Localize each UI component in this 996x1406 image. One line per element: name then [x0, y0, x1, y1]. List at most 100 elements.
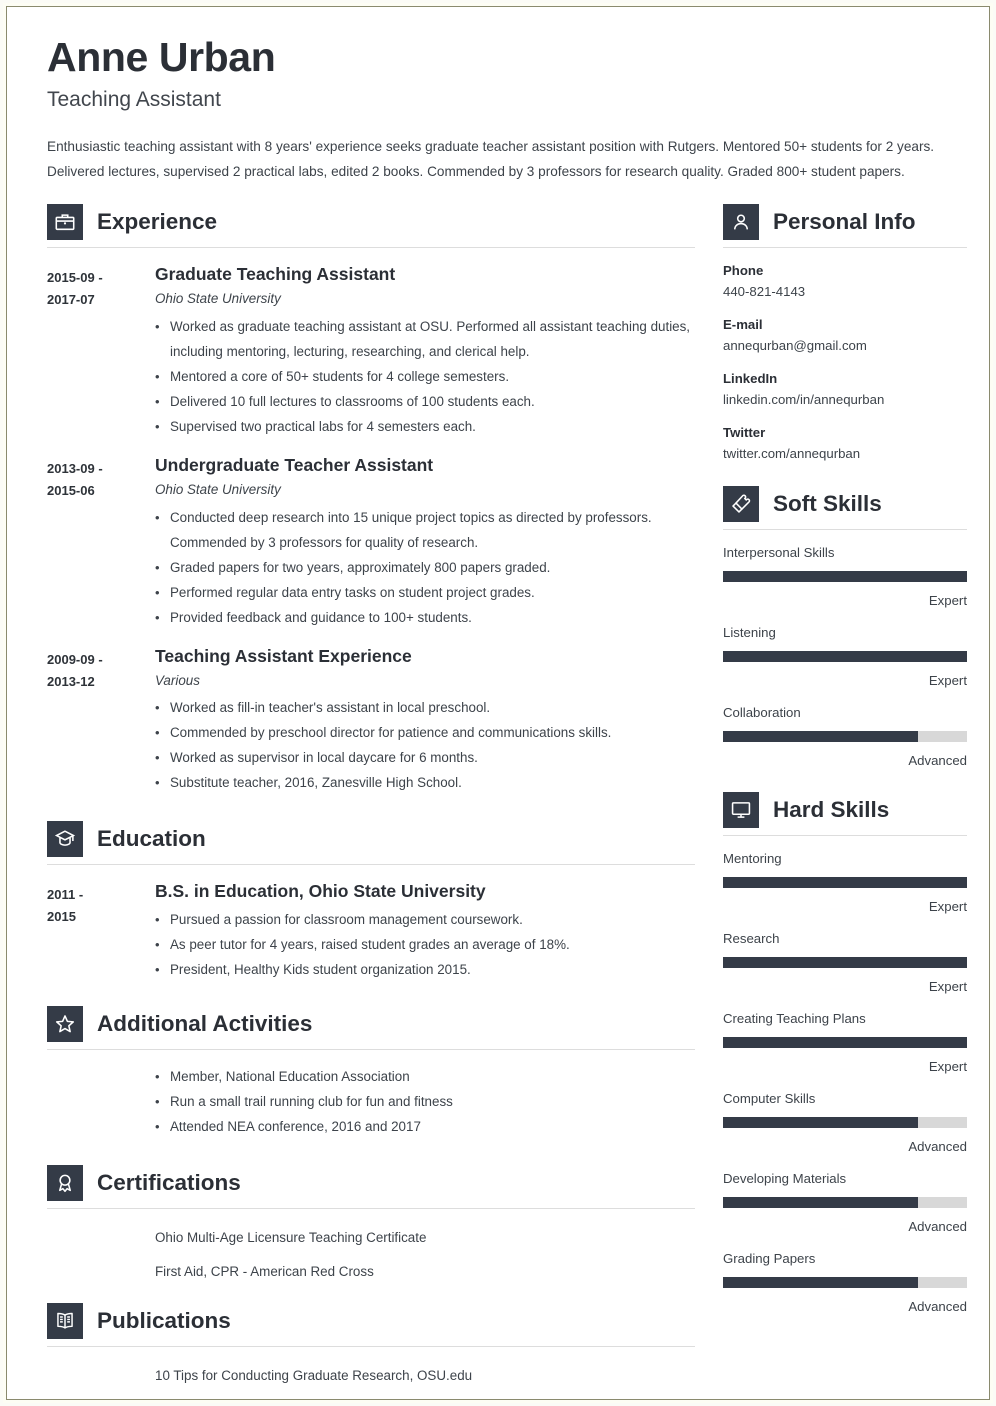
skill-level: Expert	[928, 593, 967, 609]
skill-item: Interpersonal Skills Expert	[723, 543, 967, 610]
entry-organization: Ohio State University	[155, 291, 281, 307]
entry-date-end: 2017-07	[47, 292, 95, 308]
section-experience: Experience 2015-09 - 2017-07 Graduate Te…	[47, 204, 695, 795]
skill-name: Developing Materials	[723, 1171, 847, 1187]
info-item-linkedin: LinkedIn linkedin.com/in/annequrban	[723, 369, 967, 410]
skill-item: Creating Teaching Plans Expert	[723, 1009, 967, 1076]
entry-date-end: 2013-12	[47, 673, 95, 689]
info-label: Twitter	[723, 425, 766, 441]
entry-organization: Ohio State University	[155, 481, 281, 497]
entry-title: Teaching Assistant Experience	[155, 645, 412, 666]
entry-date-start: 2011 -	[47, 887, 84, 903]
section-divider	[47, 1208, 695, 1210]
entry-date-start: 2015-09 -	[47, 270, 103, 286]
section-title: Additional Activities	[97, 1011, 313, 1037]
job-title: Teaching Assistant	[47, 87, 221, 111]
skill-bar-track	[723, 571, 967, 583]
monitor-icon	[723, 792, 759, 829]
skill-bar-track	[723, 731, 967, 743]
bullet-item: Worked as fill-in teacher's assistant in…	[155, 695, 695, 720]
bullet-item: Commended by preschool director for pati…	[155, 720, 695, 745]
section-divider	[47, 1049, 695, 1051]
info-value[interactable]: annequrban@gmail.com	[723, 335, 967, 356]
entry-bullets: Worked as graduate teaching assistant at…	[155, 314, 695, 439]
entry-dates: 2011 - 2015	[47, 881, 155, 982]
skill-level: Expert	[928, 1059, 967, 1075]
skill-bar-fill	[723, 1277, 919, 1289]
certification-item: First Aid, CPR - American Red Cross	[155, 1264, 374, 1280]
info-value[interactable]: 440-821-4143	[723, 281, 967, 302]
skill-level: Expert	[928, 979, 967, 995]
bullet-item: Performed regular data entry tasks on st…	[155, 580, 695, 605]
left-column: Experience 2015-09 - 2017-07 Graduate Te…	[47, 204, 695, 1399]
skill-item: Grading Papers Advanced	[723, 1249, 967, 1316]
certification-item: Ohio Multi-Age Licensure Teaching Certif…	[155, 1230, 427, 1246]
bullet-item: Supervised two practical labs for 4 seme…	[155, 414, 695, 439]
bullet-item: Graded papers for two years, approximate…	[155, 555, 695, 580]
entry-date-start: 2009-09 -	[47, 651, 103, 667]
skill-bar-fill	[723, 731, 919, 743]
skill-bar-fill	[723, 957, 967, 969]
resume-page: Anne Urban Teaching Assistant Enthusiast…	[3, 3, 993, 1403]
section-soft-skills: Soft Skills Interpersonal Skills Expert …	[723, 486, 967, 770]
skill-name: Mentoring	[723, 851, 782, 867]
section-title: Experience	[97, 208, 218, 234]
person-badge-icon	[723, 204, 759, 241]
page-title: Anne Urban	[47, 34, 276, 80]
info-item-email: E-mail annequrban@gmail.com	[723, 315, 967, 356]
info-label: Phone	[723, 263, 764, 279]
skill-bar-track	[723, 1117, 967, 1129]
section-certifications: Certifications Ohio Multi-Age Licensure …	[47, 1165, 695, 1283]
experience-entries: 2015-09 - 2017-07 Graduate Teaching Assi…	[47, 264, 695, 795]
skill-level: Expert	[928, 899, 967, 915]
star-icon	[47, 1006, 83, 1043]
skill-item: Computer Skills Advanced	[723, 1089, 967, 1156]
info-item-twitter: Twitter twitter.com/annequrban	[723, 423, 967, 464]
skill-bar-fill	[723, 651, 967, 663]
entry-organization: Various	[155, 672, 200, 688]
entry-date-end: 2015	[47, 909, 76, 925]
puzzle-piece-icon	[723, 486, 759, 523]
entry-title: B.S. in Education, Ohio State University	[155, 881, 486, 902]
entry-title: Undergraduate Teacher Assistant	[155, 454, 434, 475]
bullet-item: Mentored a core of 50+ students for 4 co…	[155, 364, 695, 389]
experience-entry: 2015-09 - 2017-07 Graduate Teaching Assi…	[47, 264, 695, 439]
bullet-item: Provided feedback and guidance to 100+ s…	[155, 605, 695, 630]
skill-item: Listening Expert	[723, 623, 967, 690]
entry-title: Graduate Teaching Assistant	[155, 264, 396, 285]
section-title: Hard Skills	[773, 796, 890, 822]
bullet-item: Attended NEA conference, 2016 and 2017	[155, 1114, 695, 1139]
skill-name: Collaboration	[723, 705, 801, 721]
entry-dates: 2015-09 - 2017-07	[47, 264, 155, 439]
section-divider	[47, 1346, 695, 1348]
bullet-item: President, Healthy Kids student organiza…	[155, 957, 695, 982]
skill-bar-fill	[723, 1117, 919, 1129]
briefcase-icon	[47, 204, 83, 241]
right-column: Personal Info Phone 440-821-4143 E-mail …	[723, 204, 967, 1316]
section-publications: Publications 10 Tips for Conducting Grad…	[47, 1303, 695, 1399]
info-label: LinkedIn	[723, 371, 778, 387]
bullet-item: Worked as graduate teaching assistant at…	[155, 314, 695, 364]
info-value[interactable]: linkedin.com/in/annequrban	[723, 389, 967, 410]
graduation-cap-icon	[47, 821, 83, 858]
skill-bar-track	[723, 1037, 967, 1049]
section-divider	[47, 864, 695, 866]
bullet-item: Substitute teacher, 2016, Zanesville Hig…	[155, 770, 695, 795]
bullet-item: Run a small trail running club for fun a…	[155, 1089, 695, 1114]
skill-level: Advanced	[908, 753, 967, 769]
entry-bullets: Worked as fill-in teacher's assistant in…	[155, 695, 695, 795]
section-title: Soft Skills	[773, 490, 882, 516]
section-title: Personal Info	[773, 208, 916, 234]
skill-name: Listening	[723, 625, 776, 641]
skill-level: Advanced	[908, 1299, 967, 1315]
skill-bar-track	[723, 877, 967, 889]
skill-level: Expert	[928, 673, 967, 689]
bullet-item: As peer tutor for 4 years, raised studen…	[155, 932, 695, 957]
award-ribbon-icon	[47, 1165, 83, 1202]
summary-paragraph: Enthusiastic teaching assistant with 8 y…	[47, 139, 935, 180]
skill-name: Research	[723, 931, 780, 947]
skill-bar-track	[723, 651, 967, 663]
info-value[interactable]: twitter.com/annequrban	[723, 443, 967, 464]
section-title: Certifications	[97, 1170, 241, 1196]
section-personal-info: Personal Info Phone 440-821-4143 E-mail …	[723, 204, 967, 464]
